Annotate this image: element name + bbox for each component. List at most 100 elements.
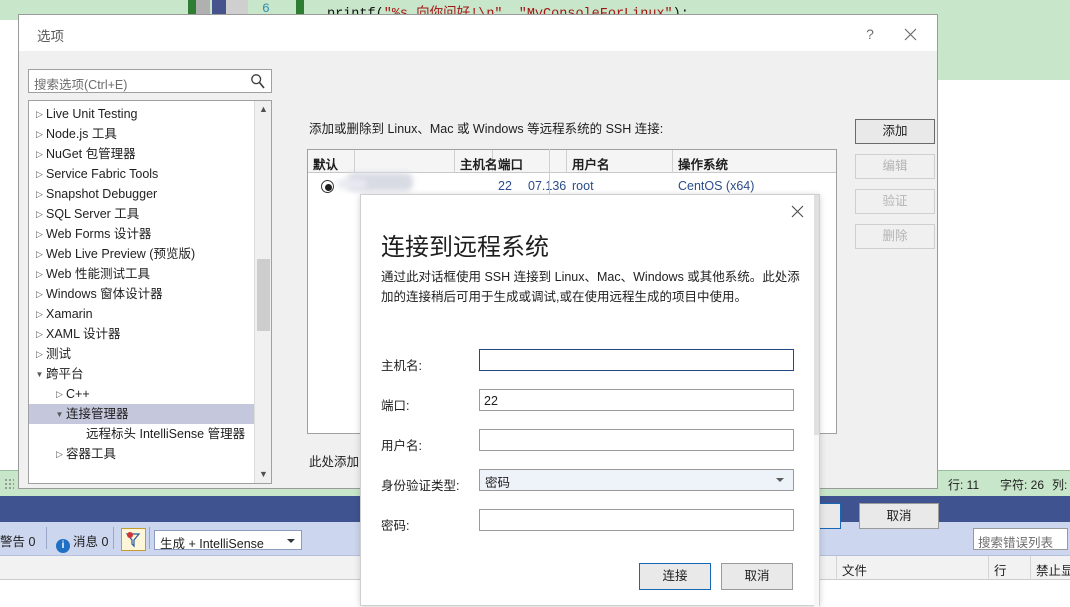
chevron-right-icon[interactable]: ▷ — [53, 384, 66, 404]
grid-col-divider-5[interactable] — [672, 150, 673, 173]
cell-hostname: 07.136 — [528, 179, 567, 193]
close-icon[interactable] — [785, 203, 809, 225]
chevron-right-icon[interactable]: ▷ — [33, 264, 46, 284]
options-tree-item[interactable]: ▷ Service Fabric Tools — [29, 164, 255, 184]
chevron-down-icon[interactable] — [771, 470, 789, 490]
options-tree-item[interactable]: ▷ 容器工具 — [29, 444, 255, 464]
options-tree-item[interactable]: ▼ 跨平台 — [29, 364, 255, 384]
options-tree-item[interactable]: ▼ 连接管理器 — [29, 404, 255, 424]
error-list-col-file[interactable]: 文件 — [842, 560, 867, 579]
grid-col-divider-4[interactable] — [566, 150, 567, 173]
cancel-button[interactable]: 取消 — [859, 503, 939, 529]
search-options-input[interactable]: 搜索选项(Ctrl+E) — [28, 69, 272, 93]
username-input[interactable] — [479, 429, 794, 451]
grid-col-default[interactable]: 默认 — [313, 154, 338, 173]
add-button[interactable]: 添加 — [855, 119, 935, 144]
dialog-footer: 连接 取消 — [361, 549, 819, 605]
cancel-button[interactable]: 取消 — [721, 563, 793, 590]
form-row: 端口: 22 — [361, 385, 819, 425]
cell-username: root — [572, 179, 594, 193]
grid-col-username[interactable]: 用户名 — [572, 154, 610, 173]
search-icon[interactable] — [250, 73, 266, 93]
options-tree-item[interactable]: ▷ Xamarin — [29, 304, 255, 324]
chevron-right-icon[interactable]: ▷ — [33, 244, 46, 264]
options-tree-item[interactable]: ▷ NuGet 包管理器 — [29, 144, 255, 164]
options-tree-item-label: Web 性能测试工具 — [46, 267, 150, 281]
help-icon[interactable]: ? — [857, 23, 883, 45]
options-tree-item[interactable]: ▷ 测试 — [29, 344, 255, 364]
auth-type-value: 密码 — [485, 476, 511, 490]
options-tree-item-label: 跨平台 — [46, 367, 84, 381]
chevron-right-icon[interactable]: ▷ — [33, 324, 46, 344]
options-category-tree[interactable]: ▷ Live Unit Testing ▷ Node.js 工具 ▷ NuGet 包管理器… — [28, 100, 272, 484]
chevron-right-icon[interactable]: ▷ — [33, 284, 46, 304]
cell-port: 22 — [498, 179, 512, 193]
error-list-col-line[interactable]: 行 — [994, 560, 1007, 579]
options-tree-item-label: Service Fabric Tools — [46, 167, 159, 181]
chevron-down-icon[interactable]: ▼ — [33, 365, 46, 385]
form-row: 用户名: — [361, 425, 819, 465]
edit-button[interactable]: 编辑 — [855, 154, 935, 179]
remove-button[interactable]: 删除 — [855, 224, 935, 249]
error-list-col-suppress[interactable]: 禁止显示 — [1036, 560, 1070, 579]
options-tree-item-label: NuGet 包管理器 — [46, 147, 136, 161]
connect-button[interactable]: 连接 — [639, 563, 711, 590]
options-tree-item[interactable]: ▷ C++ — [29, 384, 255, 404]
options-tree-list: ▷ Live Unit Testing ▷ Node.js 工具 ▷ NuGet 包管理器… — [29, 104, 255, 464]
options-tree-item[interactable]: ▷ Web 性能测试工具 — [29, 264, 255, 284]
tree-scrollbar[interactable]: ▲ ▼ — [254, 101, 271, 483]
col-divider-3 — [1030, 556, 1031, 580]
default-connection-radio[interactable] — [321, 180, 334, 193]
warning-count[interactable]: 警告 0 — [0, 531, 35, 550]
scrollbar-thumb[interactable] — [257, 259, 270, 331]
options-tree-item[interactable]: ▷ Windows 窗体设计器 — [29, 284, 255, 304]
error-list-search-placeholder: 搜索错误列表 — [978, 536, 1054, 550]
chevron-right-icon[interactable]: ▷ — [33, 304, 46, 324]
hostname-input[interactable] — [479, 349, 794, 371]
chevron-down-icon[interactable]: ▼ — [53, 405, 66, 425]
dialog-scrollbar[interactable] — [814, 195, 819, 607]
grid-col-port[interactable]: 端口 — [498, 154, 523, 173]
options-tree-item[interactable]: ▷ Web Forms 设计器 — [29, 224, 255, 244]
message-count[interactable]: i 消息 0 — [56, 531, 108, 553]
options-tree-item[interactable]: ▷ Node.js 工具 — [29, 124, 255, 144]
resize-grip-icon[interactable] — [4, 478, 14, 490]
port-input[interactable]: 22 — [479, 389, 794, 411]
options-tree-item[interactable]: ▷ SQL Server 工具 — [29, 204, 255, 224]
options-tree-item[interactable]: ▷ Live Unit Testing — [29, 104, 255, 124]
connection-form: 主机名: 端口: 22 用户名: 身份验证类型: 密码 密码: — [361, 345, 819, 545]
options-tree-item[interactable]: 远程标头 IntelliSense 管理器 — [29, 424, 255, 444]
options-tree-item[interactable]: ▷ Web Live Preview (预览版) — [29, 244, 255, 264]
grid-col-hostname[interactable]: 主机名 — [460, 154, 498, 173]
options-titlebar[interactable]: 选项 ? — [19, 15, 937, 51]
error-list-search-input[interactable]: 搜索错误列表 — [973, 528, 1068, 550]
close-icon[interactable] — [897, 23, 923, 45]
build-scope-dropdown[interactable]: 生成 + IntelliSense — [154, 530, 302, 551]
options-tree-item-label: Node.js 工具 — [46, 127, 117, 141]
chevron-right-icon[interactable]: ▷ — [53, 444, 66, 464]
password-input[interactable] — [479, 509, 794, 531]
chevron-right-icon[interactable]: ▷ — [33, 344, 46, 364]
options-tree-item[interactable]: ▷ XAML 设计器 — [29, 324, 255, 344]
options-tree-item-label: 测试 — [46, 347, 72, 361]
chevron-right-icon[interactable]: ▷ — [33, 144, 46, 164]
connections-grid-header: 默认 主机名 端口 用户名 操作系统 — [308, 150, 836, 173]
auth-type-dropdown[interactable]: 密码 — [479, 469, 794, 491]
field-label: 用户名: — [381, 439, 422, 453]
field-label: 主机名: — [381, 359, 422, 373]
chevron-right-icon[interactable]: ▷ — [33, 184, 46, 204]
options-tree-item[interactable]: ▷ Snapshot Debugger — [29, 184, 255, 204]
scroll-down-icon[interactable]: ▼ — [255, 466, 271, 483]
chevron-right-icon[interactable]: ▷ — [33, 164, 46, 184]
field-label: 密码: — [381, 519, 410, 533]
grid-col-os[interactable]: 操作系统 — [678, 154, 728, 173]
grid-col-divider-1[interactable] — [354, 150, 355, 173]
scroll-up-icon[interactable]: ▲ — [255, 101, 271, 118]
chevron-right-icon[interactable]: ▷ — [33, 224, 46, 244]
chevron-right-icon[interactable]: ▷ — [33, 104, 46, 124]
filter-icon[interactable] — [121, 528, 146, 551]
verify-button[interactable]: 验证 — [855, 189, 935, 214]
grid-col-divider-2[interactable] — [454, 150, 455, 173]
chevron-right-icon[interactable]: ▷ — [33, 204, 46, 224]
chevron-right-icon[interactable]: ▷ — [33, 124, 46, 144]
